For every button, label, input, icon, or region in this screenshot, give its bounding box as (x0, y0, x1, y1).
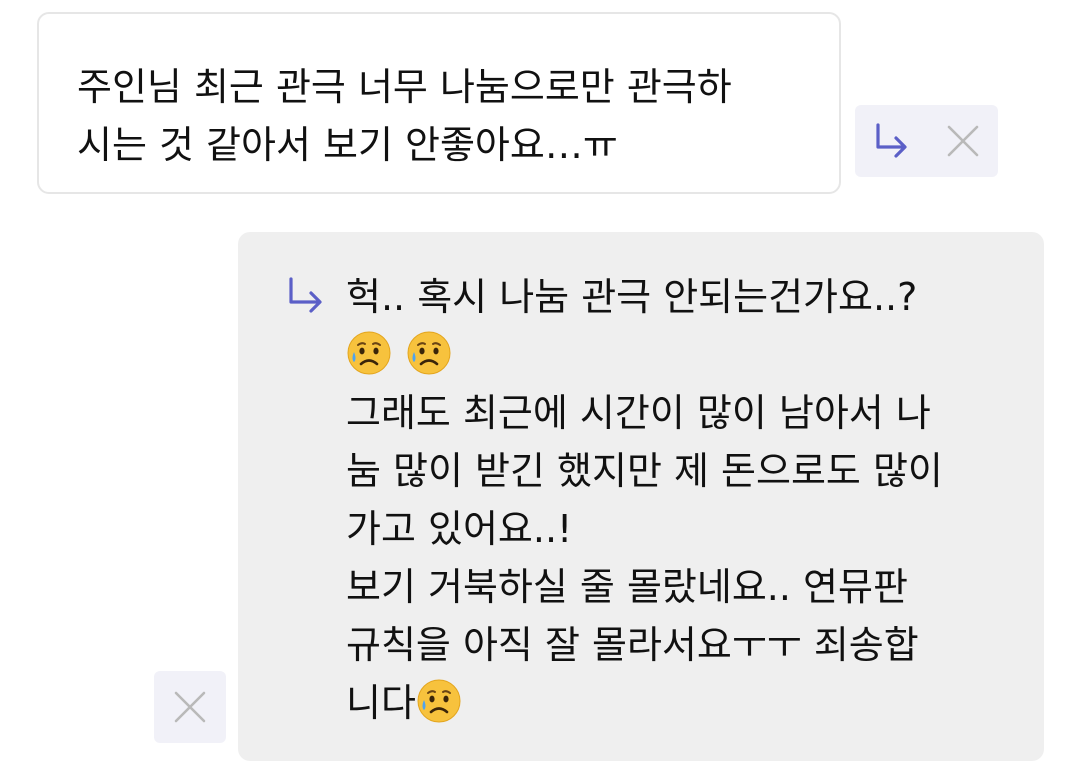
reply-text-line-6: 보기 거북하실 줄 몰랐네요.. 연뮤판 (346, 565, 908, 609)
reply-text-line-1: 헉.. 혹시 나눔 관극 안되는건가요..? (346, 275, 918, 319)
reply-text-line-4: 눔 많이 받긴 했지만 제 돈으로도 많이 (346, 449, 943, 493)
reply-text-line-8: 니다 (346, 674, 1024, 732)
chat-screen: 주인님 최근 관극 너무 나눔으로만 관극하 시는 것 같아서 보기 안좋아요…… (0, 0, 1080, 784)
message-bubble[interactable]: 주인님 최근 관극 너무 나눔으로만 관극하 시는 것 같아서 보기 안좋아요…… (37, 12, 841, 194)
reply-arrow-icon (289, 277, 322, 313)
message-text-line-2: 시는 것 같아서 보기 안좋아요…ㅠ (77, 123, 618, 167)
reply-bubble[interactable]: 헉.. 혹시 나눔 관극 안되는건가요..? 그래도 최근에 시간이 많이 남아… (238, 232, 1044, 761)
message-actions (855, 105, 998, 177)
reply-text-line-5: 가고 있어요..! (346, 507, 573, 551)
reply-text-line-8-text: 니다 (346, 681, 416, 725)
reply-arrow-icon (876, 123, 907, 158)
reply-emoji-line (346, 326, 1024, 384)
reply-close-button[interactable] (154, 671, 226, 743)
reply-text-line-3: 그래도 최근에 시간이 많이 남아서 나 (346, 391, 931, 435)
reply-button[interactable] (855, 105, 927, 177)
sad-relieved-face-emoji (417, 679, 461, 723)
reply-text-line-7: 규칙을 아직 잘 몰라서요ㅜㅜ 죄송합 (346, 623, 919, 667)
close-icon (947, 125, 978, 157)
sad-relieved-face-emoji (347, 331, 391, 375)
close-button[interactable] (927, 105, 998, 177)
close-icon (174, 691, 206, 723)
sad-relieved-face-emoji (407, 331, 451, 375)
message-text-line-1: 주인님 최근 관극 너무 나눔으로만 관극하 (77, 65, 732, 109)
